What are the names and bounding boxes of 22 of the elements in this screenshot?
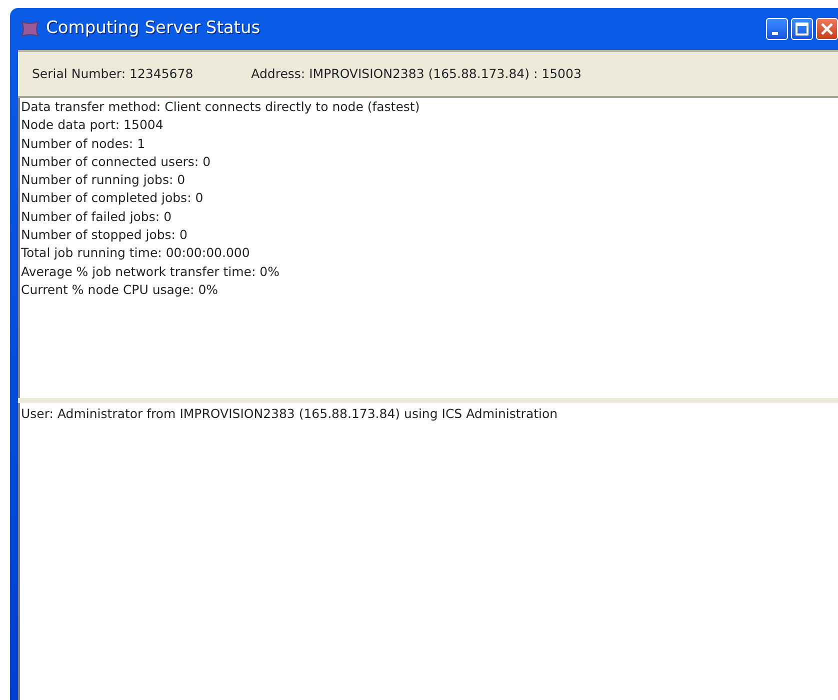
serial-number-label: Serial Number: 12345678	[32, 64, 194, 83]
app-icon	[20, 19, 40, 39]
status-line: Number of connected users: 0	[21, 152, 211, 171]
maximize-button[interactable]	[791, 18, 813, 40]
minimize-icon	[772, 32, 778, 34]
status-line: Total job running time: 00:00:00.000	[21, 244, 250, 262]
status-line: Node data port: 15004	[21, 116, 164, 134]
status-line: Number of failed jobs: 0	[21, 208, 172, 226]
status-line: Data transfer method: Client connects directly to node (fastest)	[21, 98, 420, 116]
status-line: Average % job network transfer time: 0%	[21, 262, 280, 281]
status-line: Current % node CPU usage: 0%	[21, 280, 218, 299]
address-label: Address: IMPROVISION2383 (165.88.173.84) : 15003	[251, 64, 582, 83]
user-line: User: Administrator from IMPROVISION2383 (165.88.173.84) using ICS Administration	[21, 405, 558, 423]
status-line: Number of completed jobs: 0	[21, 189, 204, 208]
status-line: Number of stopped jobs: 0	[21, 226, 188, 244]
maximize-icon	[795, 22, 809, 36]
window-title: Computing Server Status	[46, 17, 260, 40]
close-icon	[820, 22, 834, 36]
close-button[interactable]	[816, 18, 838, 40]
minimize-button[interactable]	[766, 18, 788, 40]
status-line: Number of nodes: 1	[21, 134, 146, 153]
status-line: Number of running jobs: 0	[21, 171, 186, 190]
